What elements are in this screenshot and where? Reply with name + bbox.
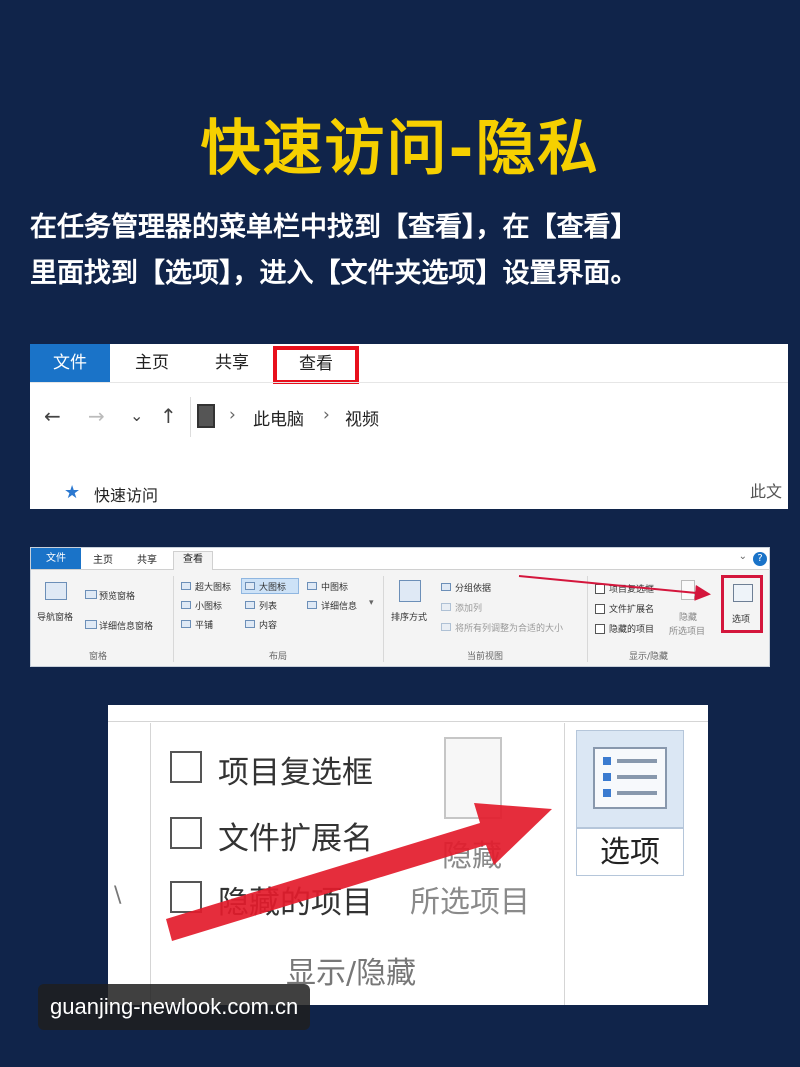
red-arrow-icon (518, 575, 711, 601)
back-arrow-icon[interactable]: ← (44, 404, 61, 428)
breadcrumb-videos[interactable]: 视频 (345, 405, 379, 430)
breadcrumb-this-pc[interactable]: 此电脑 (253, 405, 304, 430)
chevron-right-icon: › (323, 405, 330, 425)
divider (30, 382, 788, 383)
ribbon-tab-bar: 文件 主页 共享 查看 (30, 344, 788, 384)
forward-arrow-icon[interactable]: → (88, 404, 105, 428)
tab-home[interactable]: 主页 (122, 344, 182, 382)
description-line-1: 在任务管理器的菜单栏中找到【查看】，在【查看】 (30, 212, 638, 243)
tab-file[interactable]: 文件 (30, 344, 110, 382)
description: 在任务管理器的菜单栏中找到【查看】，在【查看】 里面找到【选项】，进入【文件夹选… (30, 205, 790, 297)
tab-share[interactable]: 共享 (202, 344, 262, 382)
red-arrow-icon (166, 803, 552, 941)
up-arrow-icon[interactable]: ↑ (160, 404, 177, 428)
quick-access-item[interactable]: 快速访问 (94, 482, 158, 506)
tab-view[interactable]: 查看 (273, 346, 359, 384)
truncated-label: 此文 (750, 482, 783, 501)
star-icon: ★ (64, 482, 81, 503)
address-bar[interactable]: › 此电脑 › 视频 (190, 397, 788, 437)
watermark: guanjing-newlook.com.cn (38, 984, 311, 1030)
page-title: 快速访问-隐私 (200, 114, 600, 184)
description-line-2: 里面找到【选项】，进入【文件夹选项】设置界面。 (30, 258, 638, 289)
explorer-window-top: 文件 主页 共享 查看 ← → ⌄ ↑ › 此电脑 › 视频 ★ 快速访问 此文 (30, 344, 788, 509)
chevron-right-icon: › (229, 405, 236, 425)
video-folder-icon (197, 404, 215, 428)
zoomed-show-hide-group: \ 项目复选框 文件扩展名 隐藏的项目 隐藏 所选项目 选项 显示/隐藏 (108, 705, 708, 1005)
recent-dropdown-icon[interactable]: ⌄ (130, 406, 143, 425)
view-ribbon: 文件 主页 共享 查看 ⌄ ? 导航窗格 预览窗格 详细信息窗格 窗格 超大图标… (30, 547, 770, 667)
